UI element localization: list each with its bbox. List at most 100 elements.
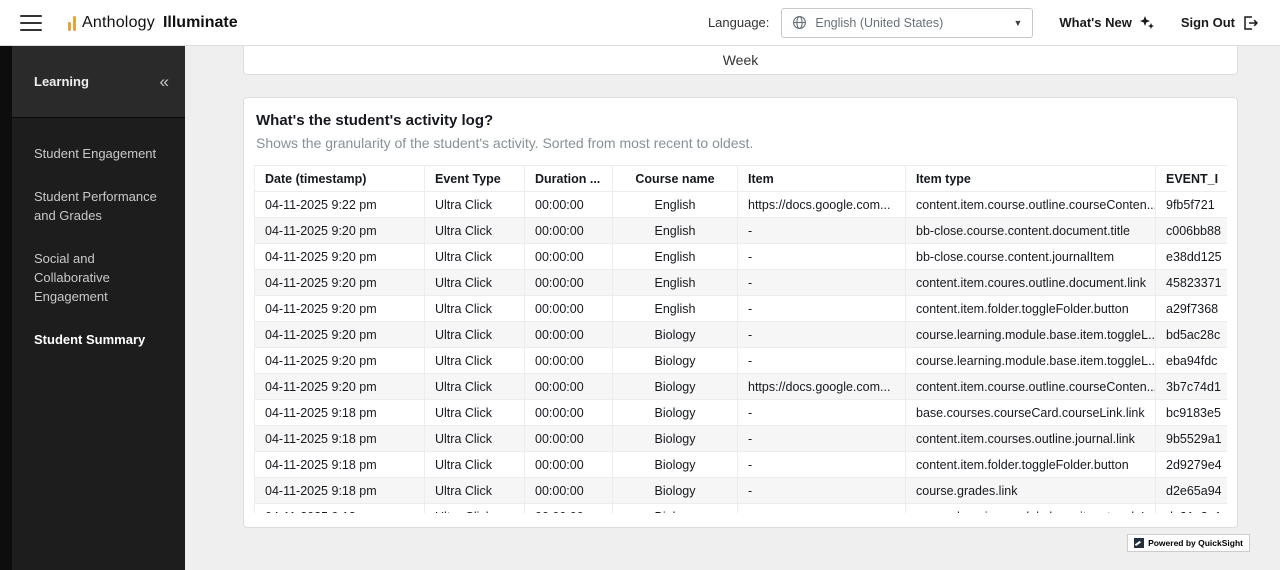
cell-item: - bbox=[738, 452, 906, 478]
language-label: Language: bbox=[708, 15, 769, 30]
cell-duration: 00:00:00 bbox=[525, 504, 613, 514]
column-header-duration[interactable]: Duration ... bbox=[525, 166, 613, 192]
cell-item: - bbox=[738, 244, 906, 270]
whats-new-label: What's New bbox=[1059, 15, 1131, 30]
cell-event-id: e38dd125 bbox=[1156, 244, 1228, 270]
cell-item-type: content.item.course.outline.courseConten… bbox=[906, 192, 1156, 218]
table-body: 04-11-2025 9:22 pmUltra Click00:00:00Eng… bbox=[255, 192, 1228, 514]
cell-course-name: Biology bbox=[613, 348, 738, 374]
column-header-event-type[interactable]: Event Type bbox=[425, 166, 525, 192]
cell-item-type: bb-close.course.content.document.title bbox=[906, 218, 1156, 244]
cell-duration: 00:00:00 bbox=[525, 270, 613, 296]
table-row: 04-11-2025 9:20 pmUltra Click00:00:00Eng… bbox=[255, 270, 1228, 296]
sign-out-button[interactable]: Sign Out bbox=[1181, 15, 1258, 31]
column-header-item[interactable]: Item bbox=[738, 166, 906, 192]
table-row: 04-11-2025 9:20 pmUltra Click00:00:00Bio… bbox=[255, 374, 1228, 400]
language-value: English (United States) bbox=[815, 16, 1005, 30]
cell-item: - bbox=[738, 400, 906, 426]
table-row: 04-11-2025 9:20 pmUltra Click00:00:00Bio… bbox=[255, 348, 1228, 374]
cell-event-id: da21a3a1 bbox=[1156, 504, 1228, 514]
column-header-course-name[interactable]: Course name bbox=[613, 166, 738, 192]
sidebar-item-student-performance-and-grades[interactable]: Student Performance and Grades bbox=[12, 175, 185, 237]
column-header-date[interactable]: Date (timestamp) bbox=[255, 166, 425, 192]
cell-item: - bbox=[738, 478, 906, 504]
cell-item: - bbox=[738, 504, 906, 514]
table-row: 04-11-2025 9:20 pmUltra Click00:00:00Eng… bbox=[255, 244, 1228, 270]
brand-name-secondary: Illuminate bbox=[163, 14, 238, 32]
cell-course-name: Biology bbox=[613, 400, 738, 426]
cell-event-id: eba94fdc bbox=[1156, 348, 1228, 374]
table-row: 04-11-2025 9:20 pmUltra Click00:00:00Eng… bbox=[255, 218, 1228, 244]
cell-course-name: English bbox=[613, 192, 738, 218]
cell-course-name: English bbox=[613, 296, 738, 322]
cell-date: 04-11-2025 9:20 pm bbox=[255, 374, 425, 400]
sidebar-nav: Student EngagementStudent Performance an… bbox=[12, 118, 185, 361]
cell-course-name: English bbox=[613, 270, 738, 296]
activity-table-wrap[interactable]: Date (timestamp)Event TypeDuration ...Co… bbox=[254, 165, 1227, 513]
cell-course-name: Biology bbox=[613, 322, 738, 348]
cell-item: - bbox=[738, 322, 906, 348]
cell-duration: 00:00:00 bbox=[525, 452, 613, 478]
cell-event-type: Ultra Click bbox=[425, 426, 525, 452]
cell-item-type: content.item.folder.toggleFolder.button bbox=[906, 296, 1156, 322]
table-row: 04-11-2025 9:22 pmUltra Click00:00:00Eng… bbox=[255, 192, 1228, 218]
table-row: 04-11-2025 9:18 pmUltra Click00:00:00Bio… bbox=[255, 478, 1228, 504]
cell-item: - bbox=[738, 296, 906, 322]
cell-item-type: content.item.course.outline.courseConten… bbox=[906, 374, 1156, 400]
collapse-sidebar-icon[interactable]: « bbox=[160, 73, 169, 90]
anthology-logo-icon bbox=[68, 15, 76, 31]
activity-log-card: What's the student's activity log? Shows… bbox=[243, 97, 1238, 528]
quicksight-icon bbox=[1134, 538, 1144, 548]
cell-event-id: 3b7c74d1 bbox=[1156, 374, 1228, 400]
column-header-event-id[interactable]: EVENT_I bbox=[1156, 166, 1228, 192]
cell-duration: 00:00:00 bbox=[525, 218, 613, 244]
cell-course-name: Biology bbox=[613, 426, 738, 452]
cell-event-type: Ultra Click bbox=[425, 478, 525, 504]
cell-event-id: bd5ac28c bbox=[1156, 322, 1228, 348]
cell-date: 04-11-2025 9:20 pm bbox=[255, 296, 425, 322]
cell-course-name: English bbox=[613, 244, 738, 270]
chevron-down-icon: ▼ bbox=[1013, 18, 1022, 28]
cell-duration: 00:00:00 bbox=[525, 478, 613, 504]
sign-out-label: Sign Out bbox=[1181, 15, 1235, 30]
cell-date: 04-11-2025 9:18 pm bbox=[255, 504, 425, 514]
cell-event-id: c006bb88 bbox=[1156, 218, 1228, 244]
sidebar-section-header: Learning « bbox=[12, 46, 185, 118]
sidebar-item-student-summary[interactable]: Student Summary bbox=[12, 318, 185, 361]
cell-duration: 00:00:00 bbox=[525, 400, 613, 426]
cell-date: 04-11-2025 9:18 pm bbox=[255, 478, 425, 504]
cell-item: https://docs.google.com... bbox=[738, 374, 906, 400]
cell-event-id: 9b5529a1 bbox=[1156, 426, 1228, 452]
table-row: 04-11-2025 9:20 pmUltra Click00:00:00Eng… bbox=[255, 296, 1228, 322]
menu-icon[interactable] bbox=[20, 15, 42, 31]
cell-item-type: content.item.coures.outline.document.lin… bbox=[906, 270, 1156, 296]
powered-by-quicksight-badge[interactable]: Powered by QuickSight bbox=[1127, 534, 1250, 552]
cell-item-type: bb-close.course.content.journalItem bbox=[906, 244, 1156, 270]
table-header-row: Date (timestamp)Event TypeDuration ...Co… bbox=[255, 166, 1228, 192]
cell-duration: 00:00:00 bbox=[525, 244, 613, 270]
cell-item-type: course.learning.module.base.item.toggleL… bbox=[906, 504, 1156, 514]
table-row: 04-11-2025 9:18 pmUltra Click00:00:00Bio… bbox=[255, 400, 1228, 426]
cell-event-type: Ultra Click bbox=[425, 504, 525, 514]
cell-event-type: Ultra Click bbox=[425, 270, 525, 296]
cell-duration: 00:00:00 bbox=[525, 348, 613, 374]
cell-item-type: content.item.courses.outline.journal.lin… bbox=[906, 426, 1156, 452]
sidebar-item-social-and-collaborative-engagement[interactable]: Social and Collaborative Engagement bbox=[12, 237, 185, 318]
cell-item-type: course.grades.link bbox=[906, 478, 1156, 504]
cell-event-id: 2d9279e4 bbox=[1156, 452, 1228, 478]
column-header-item-type[interactable]: Item type bbox=[906, 166, 1156, 192]
brand-name-primary: Anthology bbox=[82, 14, 155, 32]
whats-new-button[interactable]: What's New bbox=[1059, 15, 1154, 31]
cell-course-name: Biology bbox=[613, 452, 738, 478]
week-axis-label-strip: Week bbox=[243, 46, 1238, 75]
cell-event-id: a29f7368 bbox=[1156, 296, 1228, 322]
cell-event-type: Ultra Click bbox=[425, 218, 525, 244]
cell-event-type: Ultra Click bbox=[425, 244, 525, 270]
sparkle-icon bbox=[1139, 15, 1155, 31]
sidebar-item-student-engagement[interactable]: Student Engagement bbox=[12, 132, 185, 175]
language-select[interactable]: English (United States) ▼ bbox=[781, 8, 1033, 38]
table-row: 04-11-2025 9:18 pmUltra Click00:00:00Bio… bbox=[255, 452, 1228, 478]
table-row: 04-11-2025 9:18 pmUltra Click00:00:00Bio… bbox=[255, 504, 1228, 514]
cell-event-id: 9fb5f721 bbox=[1156, 192, 1228, 218]
cell-event-type: Ultra Click bbox=[425, 322, 525, 348]
